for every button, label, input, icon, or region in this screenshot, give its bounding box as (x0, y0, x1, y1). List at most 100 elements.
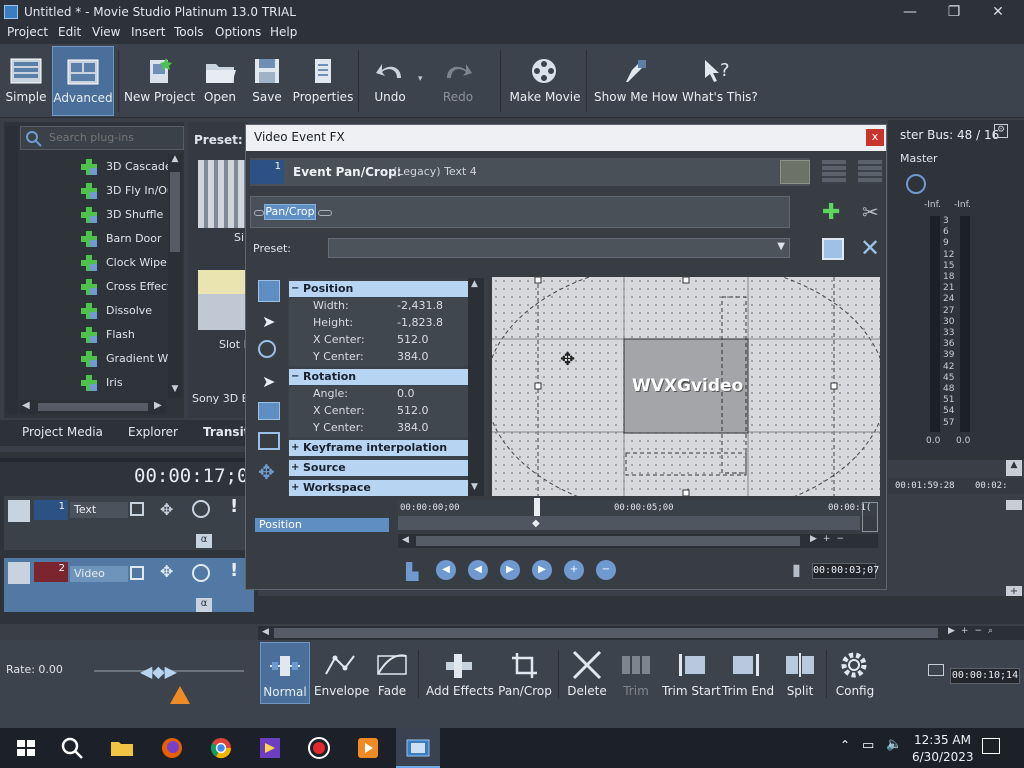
alpha-icon[interactable]: α (196, 598, 212, 612)
keyframe-track[interactable] (398, 516, 860, 530)
taskbar-time[interactable]: 12:35 AM (914, 733, 971, 747)
panel-divider[interactable] (0, 458, 258, 462)
plugin-item[interactable]: Gradient Wip (80, 348, 170, 370)
trim-start-button[interactable]: Trim Start (662, 642, 721, 704)
close-button[interactable]: ✕ (984, 2, 1012, 22)
snapshot-icon[interactable] (928, 664, 944, 676)
chrome-icon[interactable] (207, 734, 235, 762)
scroll-down-icon[interactable]: ▼ (170, 384, 180, 398)
fx-plugin-chain-icon[interactable] (822, 160, 846, 184)
network-icon[interactable]: ▭ (862, 738, 874, 753)
compositing-mode-icon[interactable] (130, 502, 144, 516)
dialog-close-button[interactable]: x (866, 129, 884, 146)
property-row[interactable]: Y Center: 384.0 (289, 349, 468, 366)
property-row[interactable]: X Center: 512.0 (289, 332, 468, 349)
fx-chain-button[interactable] (780, 160, 810, 184)
screen-recorder-icon[interactable] (305, 734, 333, 762)
menu-edit[interactable]: Edit (58, 25, 81, 39)
property-value[interactable]: 384.0 (397, 421, 429, 434)
plugin-item[interactable]: Iris (80, 372, 170, 394)
last-keyframe-icon[interactable]: ▶ (532, 560, 552, 580)
section-source[interactable]: Source (289, 460, 468, 476)
track-expand-icon[interactable] (8, 500, 30, 522)
plugin-item[interactable]: Dissolve (80, 300, 170, 322)
bus-properties-icon[interactable]: ⚙ (994, 124, 1008, 138)
kf-playhead[interactable] (534, 498, 540, 516)
solo-icon[interactable]: ! (230, 496, 238, 517)
scroll-thumb[interactable] (416, 536, 800, 546)
move-anywhere-icon[interactable]: ➤ (262, 372, 275, 391)
scroll-up-icon[interactable]: ▲ (170, 154, 180, 168)
scroll-controls[interactable]: ▶+−⌕ (948, 626, 1018, 640)
trim-end-button[interactable]: Trim End (722, 642, 774, 704)
keyframe-property-row[interactable]: Position (255, 518, 389, 532)
tray-chevron-up-icon[interactable]: ⌃ (840, 738, 850, 752)
normal-edit-tool-icon[interactable]: ➤ (262, 312, 275, 331)
plugin-item[interactable]: Barn Door (80, 228, 170, 250)
zoom-tool-icon[interactable] (258, 340, 276, 358)
plugin-item[interactable]: 3D Shuffle (80, 204, 170, 226)
pan-crop-canvas[interactable]: ✥ WVXGvideo (492, 277, 880, 496)
fade-button[interactable]: Fade (370, 642, 414, 704)
taskbar-date[interactable]: 6/30/2023 (912, 750, 974, 764)
firefox-icon[interactable] (158, 734, 186, 762)
show-properties-icon[interactable] (258, 280, 280, 302)
minimize-button[interactable]: — (896, 2, 924, 22)
new-project-button[interactable]: New Project (124, 46, 195, 116)
property-row[interactable]: Width: -2,431.8 (289, 298, 468, 315)
file-explorer-icon[interactable] (108, 734, 136, 762)
track-expand-icon[interactable] (8, 562, 30, 584)
save-button[interactable]: Save (250, 46, 284, 116)
normal-edit-button[interactable]: Normal (260, 642, 310, 704)
property-value[interactable]: -2,431.8 (397, 299, 443, 312)
fx-chain-options-icon[interactable] (858, 160, 882, 184)
scroll-up-icon[interactable]: ▲ (471, 279, 478, 289)
keyframe-hscroll[interactable]: ◀ ▶+− (398, 534, 878, 548)
vertical-zoom-handle[interactable] (1006, 500, 1022, 510)
next-keyframe-icon[interactable]: ▶ (500, 560, 520, 580)
menu-help[interactable]: Help (270, 25, 297, 39)
open-button[interactable]: Open (200, 46, 240, 116)
undo-button[interactable]: Undo (368, 46, 412, 116)
compositing-mode-icon[interactable] (130, 566, 144, 580)
plugin-item[interactable]: Cross Effect (80, 276, 170, 298)
rate-slider-handle[interactable]: ◀◆▶ (140, 662, 177, 681)
delete-preset-icon[interactable]: ✕ (860, 234, 880, 262)
remove-fx-icon[interactable]: ✂ (862, 200, 879, 224)
solo-icon[interactable]: ! (230, 560, 238, 581)
envelope-button[interactable]: Envelope (314, 642, 369, 704)
property-value[interactable]: 512.0 (397, 333, 429, 346)
menu-project[interactable]: Project (7, 25, 48, 39)
split-button[interactable]: Split (778, 642, 822, 704)
alpha-icon[interactable]: α (196, 534, 212, 548)
master-mute-icon[interactable] (906, 174, 926, 194)
properties-button[interactable]: Properties (292, 46, 354, 116)
simple-button[interactable]: Simple (4, 46, 48, 116)
preset-thumbnail[interactable] (198, 160, 246, 228)
plugin-search-input[interactable] (49, 131, 179, 144)
property-value[interactable]: 512.0 (397, 404, 429, 417)
move-freely-icon[interactable]: ✥ (258, 460, 275, 484)
menu-insert[interactable]: Insert (131, 25, 165, 39)
pan-crop-button[interactable]: Pan/Crop (498, 642, 552, 704)
keyframe-marker-icon[interactable]: ◆ (532, 518, 540, 529)
scroll-controls[interactable]: ▶+− (810, 534, 850, 544)
timeline-area[interactable] (258, 596, 1024, 624)
delete-button[interactable]: Delete (564, 642, 610, 704)
kf-vscroll[interactable] (862, 502, 878, 532)
config-button[interactable]: Config (832, 642, 878, 704)
preset-thumbnail[interactable] (198, 270, 246, 330)
property-value[interactable]: 0.0 (397, 387, 415, 400)
scroll-down-icon[interactable]: ▼ (471, 482, 478, 492)
windows-start-icon[interactable] (12, 734, 40, 762)
property-row[interactable]: Height: -1,823.8 (289, 315, 468, 332)
plugin-item[interactable]: 3D Fly In/Ou (80, 180, 170, 202)
property-value[interactable]: -1,823.8 (397, 316, 443, 329)
scale-about-center-icon[interactable] (258, 432, 280, 450)
property-row[interactable]: Angle: 0.0 (289, 386, 468, 403)
save-preset-icon[interactable] (822, 238, 844, 260)
section-workspace[interactable]: Workspace (289, 480, 468, 496)
notifications-icon[interactable] (982, 738, 1000, 754)
menu-tools[interactable]: Tools (174, 25, 204, 39)
property-row[interactable]: Y Center: 384.0 (289, 420, 468, 437)
